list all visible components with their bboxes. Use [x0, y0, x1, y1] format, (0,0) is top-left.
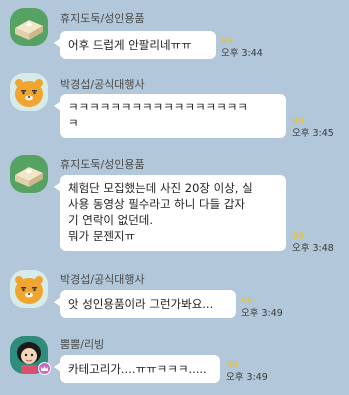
message-line: 사용 동영상 필수라고 하니 다들 갑자: [68, 197, 245, 211]
message-line: 앗 성인용품이라 그런가봐요...: [68, 297, 214, 311]
profile-avatar-ryan[interactable]: [10, 73, 48, 111]
message-meta: 99 오후 3:49: [241, 296, 283, 320]
message-meta: 99 오후 3:45: [292, 116, 334, 140]
message-line: ㅋ: [68, 116, 79, 130]
message-line: 어후 드럽게 안팔리네ㅠㅠ: [68, 38, 192, 52]
sender-name: 휴지도둑/성인용품: [60, 12, 145, 25]
profile-avatar-tissue[interactable]: [10, 8, 48, 46]
message-time: 오후 3:48: [292, 243, 334, 254]
unread-count: 99: [292, 116, 305, 127]
unread-count: 99: [292, 231, 305, 242]
unread-count: 99: [241, 296, 254, 307]
message-time: 오후 3:44: [221, 48, 263, 59]
message-line: 기 연락이 없던데.: [68, 213, 154, 227]
sender-name: 박경섭/공식대행사: [60, 273, 145, 286]
message-bubble[interactable]: 어후 드럽게 안팔리네ㅠㅠ: [54, 31, 216, 59]
ryan-character-icon: [15, 79, 43, 107]
message-line: 뭐가 문젠지ㅠ: [68, 229, 136, 243]
unread-count: 99: [221, 36, 234, 47]
message-meta: 99 오후 3:48: [292, 231, 334, 255]
message-line: ㅋㅋㅋㅋㅋㅋㅋㅋㅋㅋㅋㅋㅋㅋㅋㅋㅋ: [68, 100, 248, 114]
message-bubble[interactable]: 앗 성인용품이라 그런가봐요...: [54, 290, 236, 318]
unread-count: 99: [226, 360, 239, 371]
message-time: 오후 3:45: [292, 128, 334, 139]
message-bubble[interactable]: ㅋㅋㅋㅋㅋㅋㅋㅋㅋㅋㅋㅋㅋㅋㅋㅋㅋ ㅋ: [54, 94, 286, 138]
message-bubble[interactable]: 체험단 모집했는데 사진 20장 이상, 실 사용 동영상 필수라고 하니 다들…: [54, 175, 286, 251]
message-bubble[interactable]: 카테고리가....ㅠㅠㅋㅋㅋ.....: [54, 355, 220, 383]
message-meta: 99 오후 3:49: [226, 360, 268, 384]
sender-name: 휴지도둑/성인용품: [60, 158, 145, 171]
profile-avatar-tissue[interactable]: [10, 155, 48, 193]
message-line: 체험단 모집했는데 사진 20장 이상, 실: [68, 181, 253, 195]
message-meta: 99 오후 3:44: [221, 36, 263, 60]
message-time: 오후 3:49: [241, 308, 283, 319]
profile-avatar-ryan[interactable]: [10, 270, 48, 308]
sender-name: 뿜뿜/리빙: [60, 338, 105, 351]
tissue-box-icon: [15, 167, 43, 187]
crown-badge-icon: [38, 362, 51, 375]
sender-name: 박경섭/공식대행사: [60, 78, 145, 91]
message-line: 카테고리가....ㅠㅠㅋㅋㅋ.....: [68, 362, 207, 376]
message-time: 오후 3:49: [226, 372, 268, 383]
ryan-character-icon: [15, 276, 43, 304]
tissue-box-icon: [15, 20, 43, 40]
